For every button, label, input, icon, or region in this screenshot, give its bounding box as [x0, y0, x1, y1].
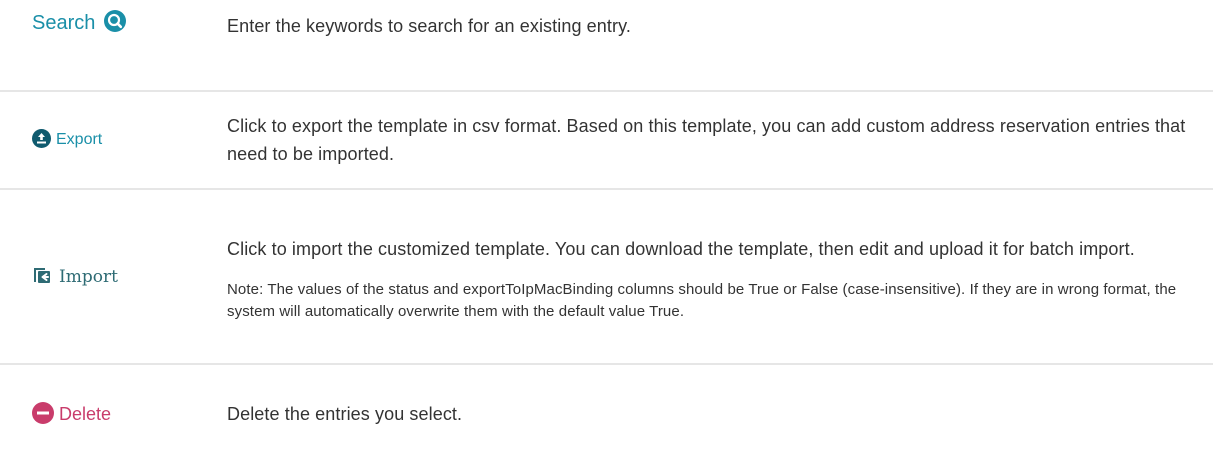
export-button[interactable]: Export	[32, 128, 103, 149]
search-icon	[103, 9, 126, 32]
table-row-export: Export Click to export the template in c…	[0, 92, 1213, 190]
delete-icon	[32, 402, 54, 425]
control-cell: Import	[0, 267, 227, 287]
import-icon	[34, 268, 50, 283]
table-row-search: Search Enter the keywords to search for …	[0, 0, 1213, 92]
table-row-delete: Delete Delete the entries you select.	[0, 365, 1213, 463]
control-cell: Delete	[0, 402, 227, 425]
delete-label: Delete	[59, 403, 112, 424]
import-description-cell: Click to import the customized template.…	[227, 231, 1213, 323]
search-description: Enter the keywords to search for an exis…	[227, 16, 631, 36]
delete-description: Delete the entries you select.	[227, 404, 463, 424]
control-cell: Search	[0, 0, 227, 35]
search-label: Search	[32, 12, 96, 34]
import-label: Import	[59, 266, 118, 287]
delete-button[interactable]: Delete	[32, 402, 112, 425]
import-description: Click to import the customized template.…	[227, 238, 1135, 259]
control-cell: Export	[0, 128, 227, 149]
import-note: Note: The values of the status and expor…	[227, 280, 1177, 320]
table-row-import: Import Click to import the customized te…	[0, 190, 1213, 365]
export-label: Export	[56, 131, 103, 148]
export-icon	[32, 128, 51, 148]
import-button[interactable]: Import	[32, 267, 118, 287]
export-description: Click to export the template in csv form…	[227, 116, 1186, 164]
control-reference-table: Search Enter the keywords to search for …	[0, 0, 1213, 463]
search-button[interactable]: Search	[32, 9, 126, 35]
